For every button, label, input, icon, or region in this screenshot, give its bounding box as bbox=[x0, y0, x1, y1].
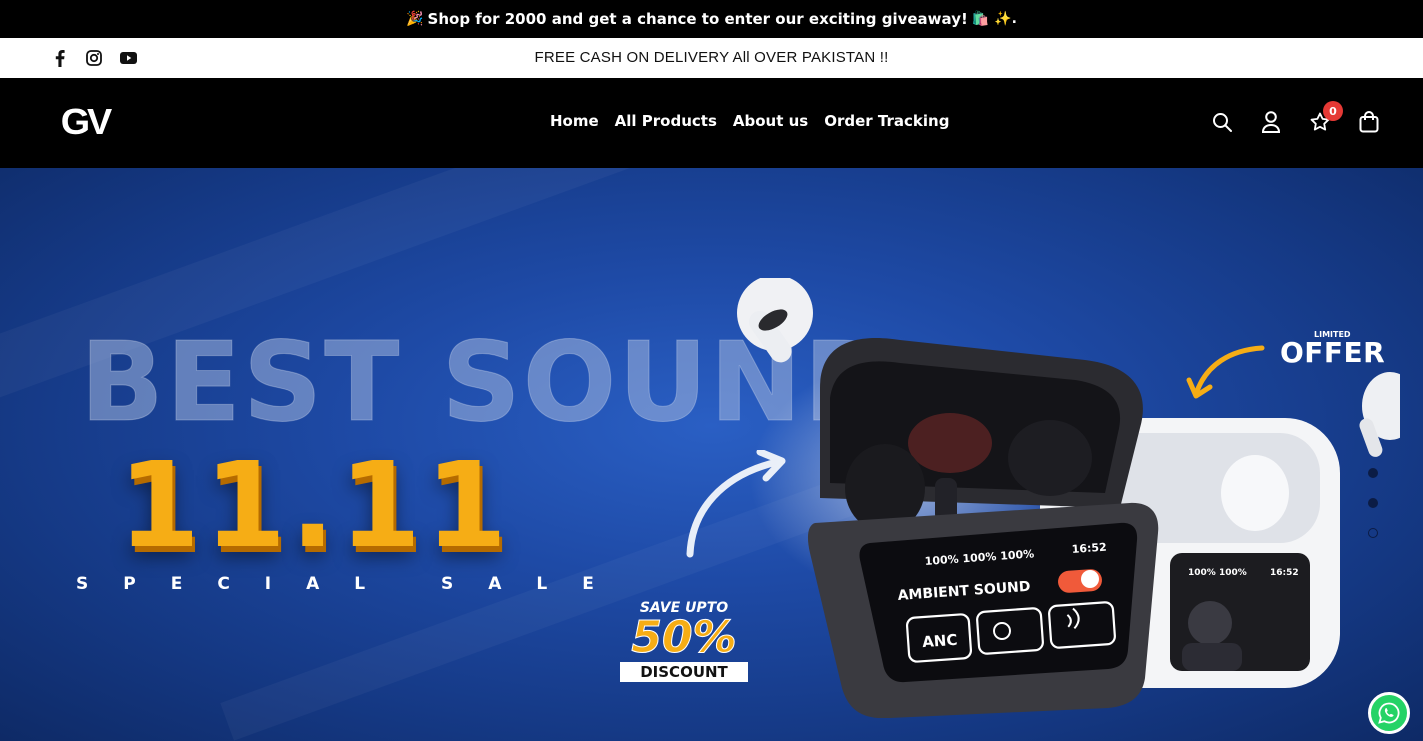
party-emoji: 🎉 bbox=[406, 11, 424, 27]
announcement-bar: 🎉 Shop for 2000 and get a chance to ente… bbox=[0, 0, 1423, 38]
sale-date-number: 11.11 bbox=[118, 436, 512, 574]
whatsapp-chat-button[interactable] bbox=[1368, 692, 1410, 734]
main-nav: Home All Products About us Order Trackin… bbox=[550, 112, 949, 130]
svg-text:16:52: 16:52 bbox=[1071, 541, 1107, 556]
free-delivery-notice: FREE CASH ON DELIVERY All OVER PAKISTAN … bbox=[534, 49, 889, 66]
whatsapp-icon bbox=[1378, 702, 1400, 724]
discount-percent: 50% bbox=[631, 612, 737, 663]
discount-stamp: SAVE UPTO 50% DISCOUNT bbox=[620, 600, 748, 682]
slide-dot[interactable] bbox=[1368, 468, 1378, 478]
wishlist-icon[interactable]: 0 bbox=[1309, 101, 1343, 134]
nav-all-products[interactable]: All Products bbox=[615, 112, 717, 130]
nav-about-us[interactable]: About us bbox=[733, 112, 808, 130]
shopping-emoji: 🛍️ ✨. bbox=[971, 11, 1017, 27]
nav-home[interactable]: Home bbox=[550, 112, 599, 130]
floating-earbud bbox=[737, 278, 813, 363]
slider-dots bbox=[1368, 468, 1378, 538]
slide-dot[interactable] bbox=[1368, 498, 1378, 508]
cart-icon[interactable] bbox=[1358, 110, 1380, 134]
wishlist-count-badge: 0 bbox=[1323, 101, 1343, 121]
site-logo[interactable]: GV bbox=[60, 101, 112, 144]
svg-text:100% 100%: 100% 100% bbox=[1188, 568, 1247, 578]
special-sale-text: SPECIAL SALE bbox=[76, 574, 629, 594]
logo-mark: GV bbox=[60, 101, 112, 142]
discount-text: DISCOUNT bbox=[620, 662, 748, 682]
nav-order-tracking[interactable]: Order Tracking bbox=[824, 112, 949, 130]
slide-dot[interactable] bbox=[1368, 528, 1378, 538]
hero-banner[interactable]: BEST SOUND 11.11 SPECIAL SALE LIMITED OF… bbox=[0, 168, 1423, 741]
svg-text:16:52: 16:52 bbox=[1270, 568, 1299, 578]
search-icon[interactable] bbox=[1211, 110, 1233, 134]
announcement-text: Shop for 2000 and get a chance to enter … bbox=[427, 10, 968, 28]
black-case: 100% 100% 100% 16:52 AMBIENT SOUND ANC bbox=[807, 337, 1159, 718]
site-header: GV Home All Products About us Order Trac… bbox=[0, 78, 1423, 168]
info-bar: FREE CASH ON DELIVERY All OVER PAKISTAN … bbox=[0, 38, 1423, 78]
earbuds-illustration: 100% 100% 16:52 100% 100% 100% 16:52 AMB… bbox=[737, 278, 1400, 718]
account-icon[interactable] bbox=[1260, 110, 1282, 134]
svg-text:ANC: ANC bbox=[922, 631, 958, 651]
header-actions: 0 bbox=[1211, 101, 1380, 134]
